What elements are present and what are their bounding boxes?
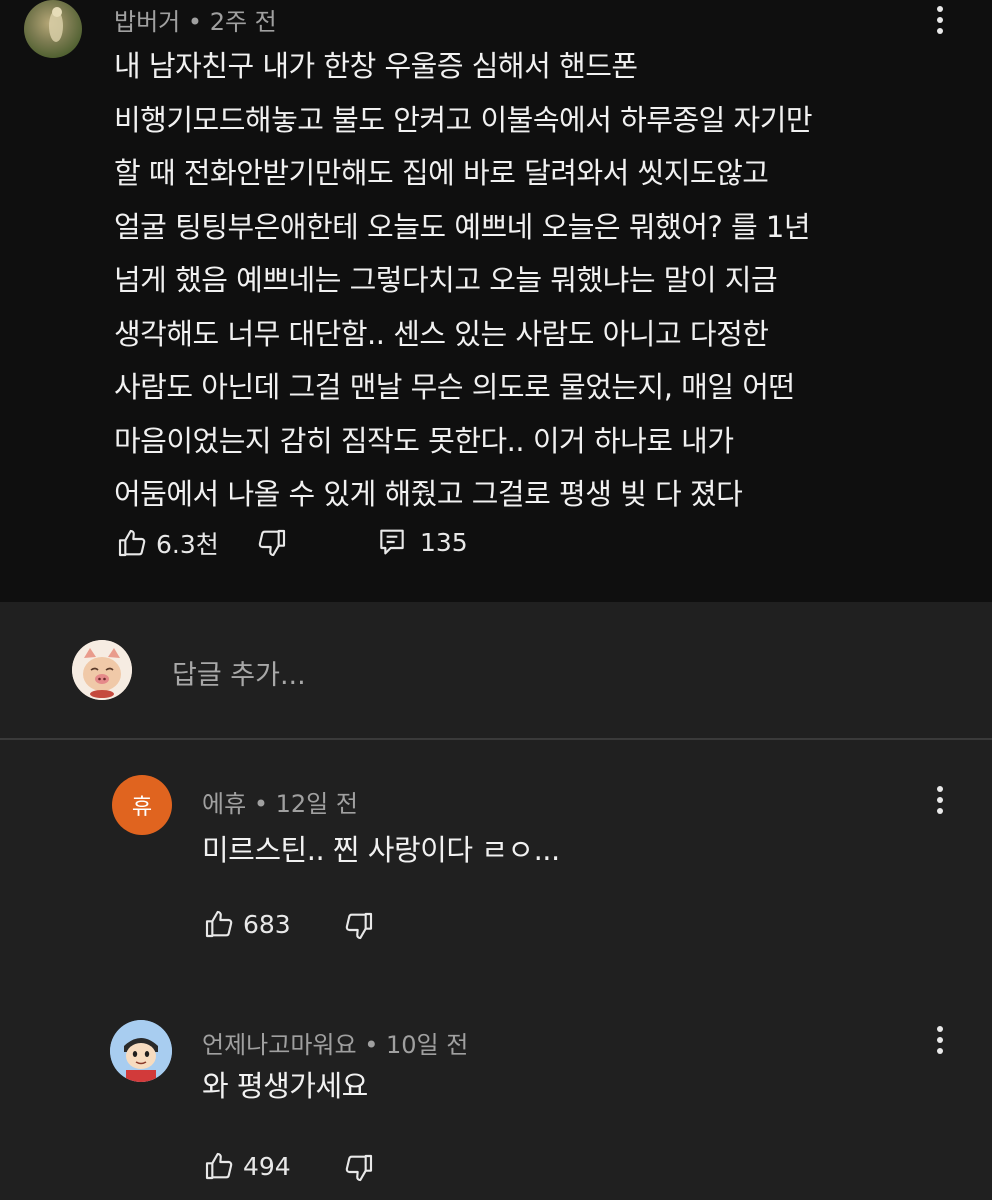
meta-separator: • [187, 8, 203, 36]
thumbs-down-icon [256, 527, 288, 559]
like-button[interactable]: 683 [203, 908, 291, 940]
comment-time[interactable]: 2주 전 [210, 8, 277, 36]
reply-count: 135 [420, 527, 468, 557]
like-count: 6.3천 [156, 530, 219, 559]
cartoon-avatar-image [110, 1020, 172, 1082]
author-name[interactable]: 밥버거 [114, 8, 180, 36]
reply-time[interactable]: 10일 전 [386, 1031, 468, 1059]
user-avatar [72, 640, 132, 700]
reply-text: 와 평생가세요 [202, 1069, 368, 1103]
top-comment: 밥버거 • 2주 전 내 남자친구 내가 한창 우울증 심해서 핸드폰 비행기모… [0, 0, 992, 602]
like-count: 683 [243, 909, 291, 939]
like-button[interactable]: 494 [203, 1150, 291, 1182]
replies-button[interactable]: 135 [376, 526, 468, 558]
more-options-icon[interactable] [925, 1020, 955, 1060]
author-avatar[interactable] [24, 0, 82, 58]
thumbs-down-icon [343, 1152, 375, 1184]
comment-text: 내 남자친구 내가 한창 우울증 심해서 핸드폰 비행기모드해놓고 불도 안켜고… [114, 40, 813, 522]
comment-line: 생각해도 너무 대단함.. 센스 있는 사람도 아니고 다정한 [114, 316, 769, 351]
thumbs-down-icon [343, 910, 375, 942]
author-name[interactable]: 에휴 [202, 790, 246, 818]
dislike-button[interactable] [343, 1152, 375, 1184]
reply-meta: 에휴 • 12일 전 [202, 784, 358, 819]
more-options-icon[interactable] [925, 780, 955, 820]
dislike-button[interactable] [343, 910, 375, 942]
comment-line: 내 남자친구 내가 한창 우울증 심해서 핸드폰 [114, 49, 638, 83]
avatar-image [49, 7, 63, 42]
thumbs-up-icon [203, 908, 235, 940]
comment-line: 마음이었는지 감히 짐작도 못한다.. 이거 하나로 내가 [114, 423, 734, 458]
avatar-letter: 휴 [131, 795, 153, 820]
like-button[interactable]: 6.3천 [116, 525, 219, 561]
comment-line: 어둠에서 나올 수 있게 해줬고 그걸로 평생 빚 다 졌다 [114, 477, 743, 511]
comment-line: 할 때 전화안받기만해도 집에 바로 달려와서 씻지도않고 [114, 156, 769, 190]
add-reply-input[interactable]: 답글 추가... [172, 652, 932, 700]
dislike-button[interactable] [256, 527, 288, 559]
author-name[interactable]: 언제나고마워요 [202, 1031, 357, 1059]
comment-line: 사람도 아닌데 그걸 맨날 무슨 의도로 물었는지, 매일 어떤 [114, 370, 795, 404]
reply-time[interactable]: 12일 전 [276, 790, 358, 818]
reply-comment-icon [376, 526, 408, 558]
reply-avatar[interactable]: 휴 [112, 775, 172, 835]
divider [0, 738, 992, 740]
thumbs-up-icon [203, 1150, 235, 1182]
pig-avatar-image [72, 640, 132, 700]
reply-avatar[interactable] [110, 1020, 172, 1082]
more-options-icon[interactable] [925, 0, 955, 40]
reply-text: 미르스틴.. 찐 사랑이다 ㄹㅇ... [202, 833, 560, 867]
comment-line: 비행기모드해놓고 불도 안켜고 이불속에서 하루종일 자기만 [114, 102, 813, 137]
comment-line: 넘게 했음 예쁘네는 그렇다치고 오늘 뭐했냐는 말이 지금 [114, 263, 778, 297]
comment-line: 얼굴 팅팅부은애한테 오늘도 예쁘네 오늘은 뭐했어? 를 1년 [114, 209, 811, 244]
comment-meta: 밥버거 • 2주 전 [114, 2, 277, 37]
thumbs-up-icon [116, 527, 148, 559]
meta-separator: • [253, 790, 268, 818]
like-count: 494 [243, 1151, 291, 1181]
reply-meta: 언제나고마워요 • 10일 전 [202, 1025, 468, 1060]
meta-separator: • [364, 1031, 379, 1059]
